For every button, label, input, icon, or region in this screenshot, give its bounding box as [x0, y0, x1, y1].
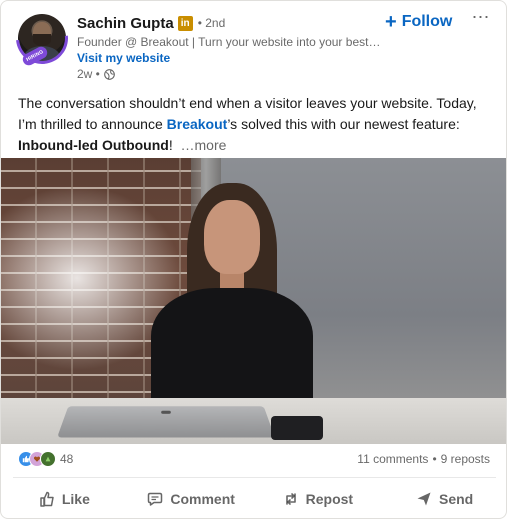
linkedin-premium-badge-icon: in	[177, 15, 193, 31]
reposts-count-link[interactable]: 9 reposts	[441, 452, 490, 466]
feature-name: Inbound-led Outbound	[18, 137, 169, 153]
repost-label: Repost	[305, 491, 354, 507]
comment-bubble-icon	[148, 492, 163, 506]
follow-label: Follow	[401, 13, 453, 30]
author-name[interactable]: Sachin Gupta	[77, 15, 174, 32]
reaction-count: 48	[60, 452, 74, 466]
post-commentary: The conversation shouldn’t end when a vi…	[18, 93, 494, 156]
post-text-exclaim: !	[168, 137, 173, 153]
send-paper-plane-icon	[417, 492, 431, 506]
phone	[271, 416, 323, 440]
like-button[interactable]: Like	[1, 479, 128, 518]
laptop	[57, 406, 275, 438]
like-label: Like	[61, 491, 90, 507]
send-label: Send	[439, 491, 474, 507]
feed-post-card: HIRING Sachin Gupta in • 2nd Founder @ B…	[0, 0, 507, 519]
author-headline: Founder @ Breakout | Turn your website i…	[77, 35, 381, 49]
author-name-row: Sachin Gupta in • 2nd	[77, 13, 225, 33]
more-options-icon[interactable]: ⋯	[471, 8, 491, 29]
visit-website-link[interactable]: Visit my website	[77, 51, 170, 65]
repost-arrows-icon	[285, 493, 296, 505]
see-more-button[interactable]: …more	[181, 137, 227, 153]
post-text-line1: The conversation shouldn’t end when a vi…	[18, 95, 477, 111]
connection-degree: • 2nd	[197, 16, 226, 30]
post-text-line2-prefix: I’m thrilled to announce	[18, 116, 167, 132]
send-button[interactable]: Send	[381, 479, 506, 518]
actions-divider	[13, 477, 496, 478]
thumbs-up-icon	[40, 491, 54, 507]
plus-icon: +	[385, 11, 397, 33]
post-timestamp: 2w •	[77, 67, 115, 81]
counts-separator: •	[432, 452, 437, 466]
post-video[interactable]	[1, 158, 506, 444]
engagement-counts: 11 comments • 9 reposts	[357, 449, 490, 469]
comment-button[interactable]: Comment	[128, 479, 255, 518]
follow-button[interactable]: + Follow	[385, 11, 452, 33]
author-avatar[interactable]: HIRING	[5, 1, 79, 75]
post-action-bar: Like Comment Repost Send	[1, 479, 506, 518]
post-text-line2-suffix: ’s solved this with our newest feature:	[227, 116, 460, 132]
globe-icon	[104, 68, 115, 80]
repost-button[interactable]: Repost	[255, 479, 382, 518]
company-mention-link[interactable]: Breakout	[167, 116, 228, 132]
hiring-ring	[5, 1, 79, 75]
reactions-summary[interactable]: 48	[18, 449, 73, 469]
celebrate-reaction-icon	[40, 451, 56, 467]
presenter-face	[204, 200, 260, 274]
post-age: 2w •	[77, 67, 100, 81]
presenter-body	[151, 288, 313, 408]
comment-label: Comment	[170, 491, 235, 507]
comments-count-link[interactable]: 11 comments	[357, 452, 428, 466]
